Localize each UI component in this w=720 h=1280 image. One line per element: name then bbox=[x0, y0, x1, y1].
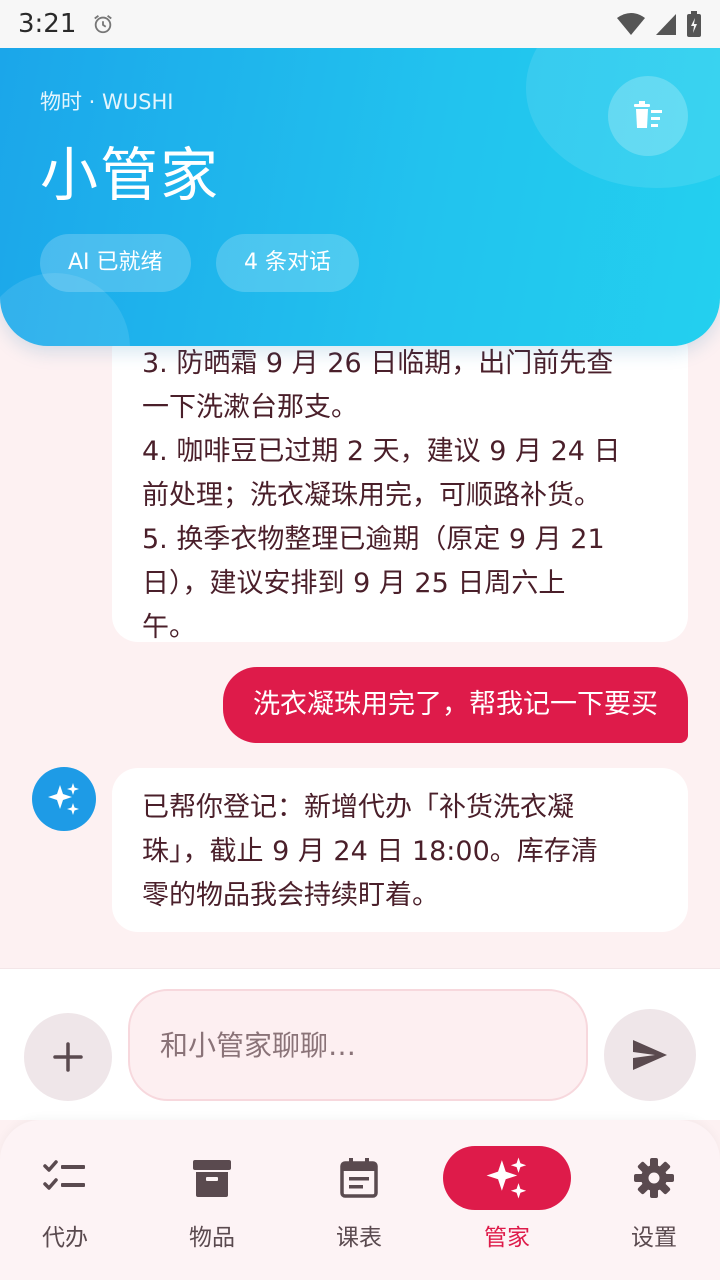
status-chip-ai: AI 已就绪 bbox=[40, 234, 191, 292]
nav-label: 课表 bbox=[336, 1225, 382, 1251]
battery-icon bbox=[687, 11, 701, 37]
gear-icon bbox=[634, 1158, 674, 1198]
message-line: 一下洗漱台那支。 bbox=[142, 392, 358, 423]
message-line: 已帮你登记：新增代办「补货洗衣凝 bbox=[142, 792, 574, 823]
checklist-icon bbox=[43, 1160, 85, 1190]
nav-label: 代办 bbox=[42, 1225, 88, 1251]
nav-label: 设置 bbox=[631, 1225, 677, 1251]
nav-item-items[interactable]: 物品 bbox=[147, 1146, 277, 1256]
archive-box-icon bbox=[193, 1160, 231, 1197]
user-message-bubble: 洗衣凝珠用完了，帮我记一下要买 bbox=[223, 667, 688, 743]
nav-label: 管家 bbox=[484, 1225, 530, 1251]
bottom-navigation: 代办 物品 课表 管家 设置 bbox=[0, 1120, 720, 1280]
alarm-icon bbox=[94, 15, 113, 34]
nav-label: 物品 bbox=[189, 1225, 235, 1251]
clear-list-icon bbox=[634, 101, 662, 128]
calendar-icon bbox=[340, 1158, 378, 1198]
chat-input[interactable] bbox=[128, 989, 588, 1101]
send-icon bbox=[633, 1040, 667, 1070]
sparkle-icon bbox=[48, 783, 79, 815]
message-line: 零的物品我会持续盯着。 bbox=[142, 880, 439, 911]
message-line: 4. 咖啡豆已过期 2 天，建议 9 月 24 日 bbox=[142, 436, 621, 467]
add-attachment-button[interactable] bbox=[24, 1013, 112, 1101]
message-line: 5. 换季衣物整理已逾期（原定 9 月 21 bbox=[142, 524, 605, 555]
composer bbox=[0, 968, 720, 1120]
signal-icon bbox=[656, 14, 676, 35]
message-line: 3. 防晒霜 9 月 26 日临期，出门前先查 bbox=[142, 348, 614, 379]
plus-icon bbox=[53, 1042, 83, 1072]
brand-label: 物时 · WUSHI bbox=[40, 90, 174, 114]
clear-chat-button[interactable] bbox=[608, 76, 688, 156]
ai-avatar bbox=[32, 767, 96, 831]
message-line: 日），建议安排到 9 月 25 日周六上 bbox=[142, 568, 566, 599]
status-bar: 3:21 bbox=[0, 0, 720, 48]
status-time: 3:21 bbox=[18, 9, 77, 39]
nav-item-schedule[interactable]: 课表 bbox=[294, 1146, 424, 1256]
sparkle-icon bbox=[486, 1157, 527, 1199]
nav-item-settings[interactable]: 设置 bbox=[589, 1146, 719, 1256]
header-card: 物时 · WUSHI 小管家 AI 已就绪 4 条对话 bbox=[0, 48, 720, 346]
status-chip-count: 4 条对话 bbox=[216, 234, 359, 292]
send-button[interactable] bbox=[604, 1009, 696, 1101]
message-line: 午。 bbox=[142, 612, 196, 643]
message-line: 前处理；洗衣凝珠用完，可顺路补货。 bbox=[142, 480, 601, 511]
page-title: 小管家 bbox=[40, 141, 221, 209]
ai-message-bubble: 已帮你登记：新增代办「补货洗衣凝 珠」，截止 9 月 24 日 18:00。库存… bbox=[112, 768, 688, 932]
nav-item-butler[interactable]: 管家 bbox=[442, 1146, 572, 1256]
nav-item-todo[interactable]: 代办 bbox=[0, 1146, 130, 1256]
wifi-icon bbox=[617, 13, 645, 35]
ai-message-bubble: 3. 防晒霜 9 月 26 日临期，出门前先查 一下洗漱台那支。 4. 咖啡豆已… bbox=[112, 324, 688, 643]
message-line: 珠」，截止 9 月 24 日 18:00。库存清 bbox=[142, 836, 598, 867]
